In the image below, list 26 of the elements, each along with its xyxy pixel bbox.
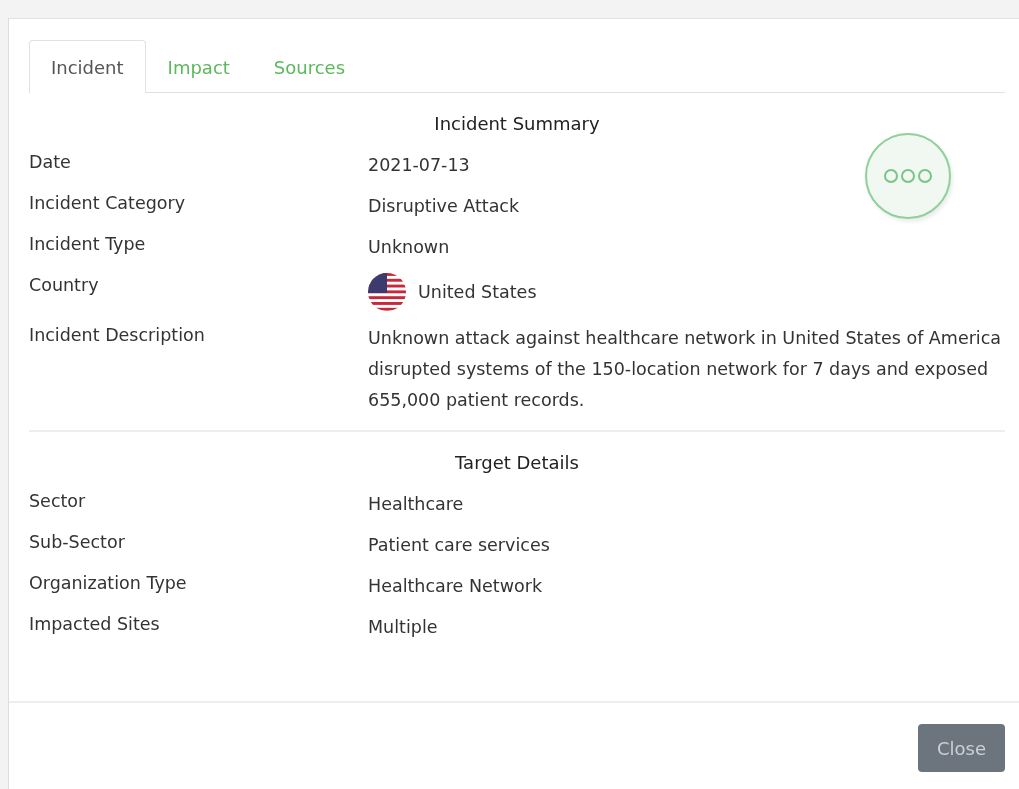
field-label: Incident Type bbox=[29, 233, 147, 254]
section-title: Incident Summary bbox=[433, 112, 601, 136]
close-button[interactable]: Close bbox=[918, 724, 1005, 772]
field-value: United States bbox=[418, 280, 537, 304]
field-label: Impacted Sites bbox=[29, 613, 161, 634]
tab[interactable]: Incident bbox=[29, 40, 146, 93]
field-value: Unknown bbox=[368, 236, 450, 259]
field-value: Unknown attack against healthcare network in United States of America disrupted systems of the 150-location network for 7 days and exposed 655,000 patient records. bbox=[368, 327, 1003, 412]
field-label: Organization Type bbox=[29, 572, 188, 593]
field-label: Sub-Sector bbox=[29, 531, 126, 552]
field-label: Incident Description bbox=[29, 324, 206, 345]
field-value: Patient care services bbox=[368, 534, 550, 557]
section-title: Target Details bbox=[454, 451, 580, 475]
field-value: Disruptive Attack bbox=[368, 195, 520, 218]
field-value: Healthcare Network bbox=[368, 575, 543, 598]
ellipsis-icon bbox=[883, 168, 933, 184]
field-value: 2021-07-13 bbox=[368, 154, 470, 177]
field-label: Date bbox=[29, 151, 72, 172]
field-value: Multiple bbox=[368, 616, 438, 639]
tab[interactable]: Sources bbox=[251, 40, 368, 93]
field-value: Healthcare bbox=[368, 493, 464, 516]
flag-icon bbox=[368, 273, 406, 311]
field-label: Sector bbox=[29, 490, 87, 511]
field-label: Country bbox=[29, 274, 100, 295]
tab[interactable]: Impact bbox=[145, 40, 252, 93]
field-label: Incident Category bbox=[29, 192, 187, 213]
